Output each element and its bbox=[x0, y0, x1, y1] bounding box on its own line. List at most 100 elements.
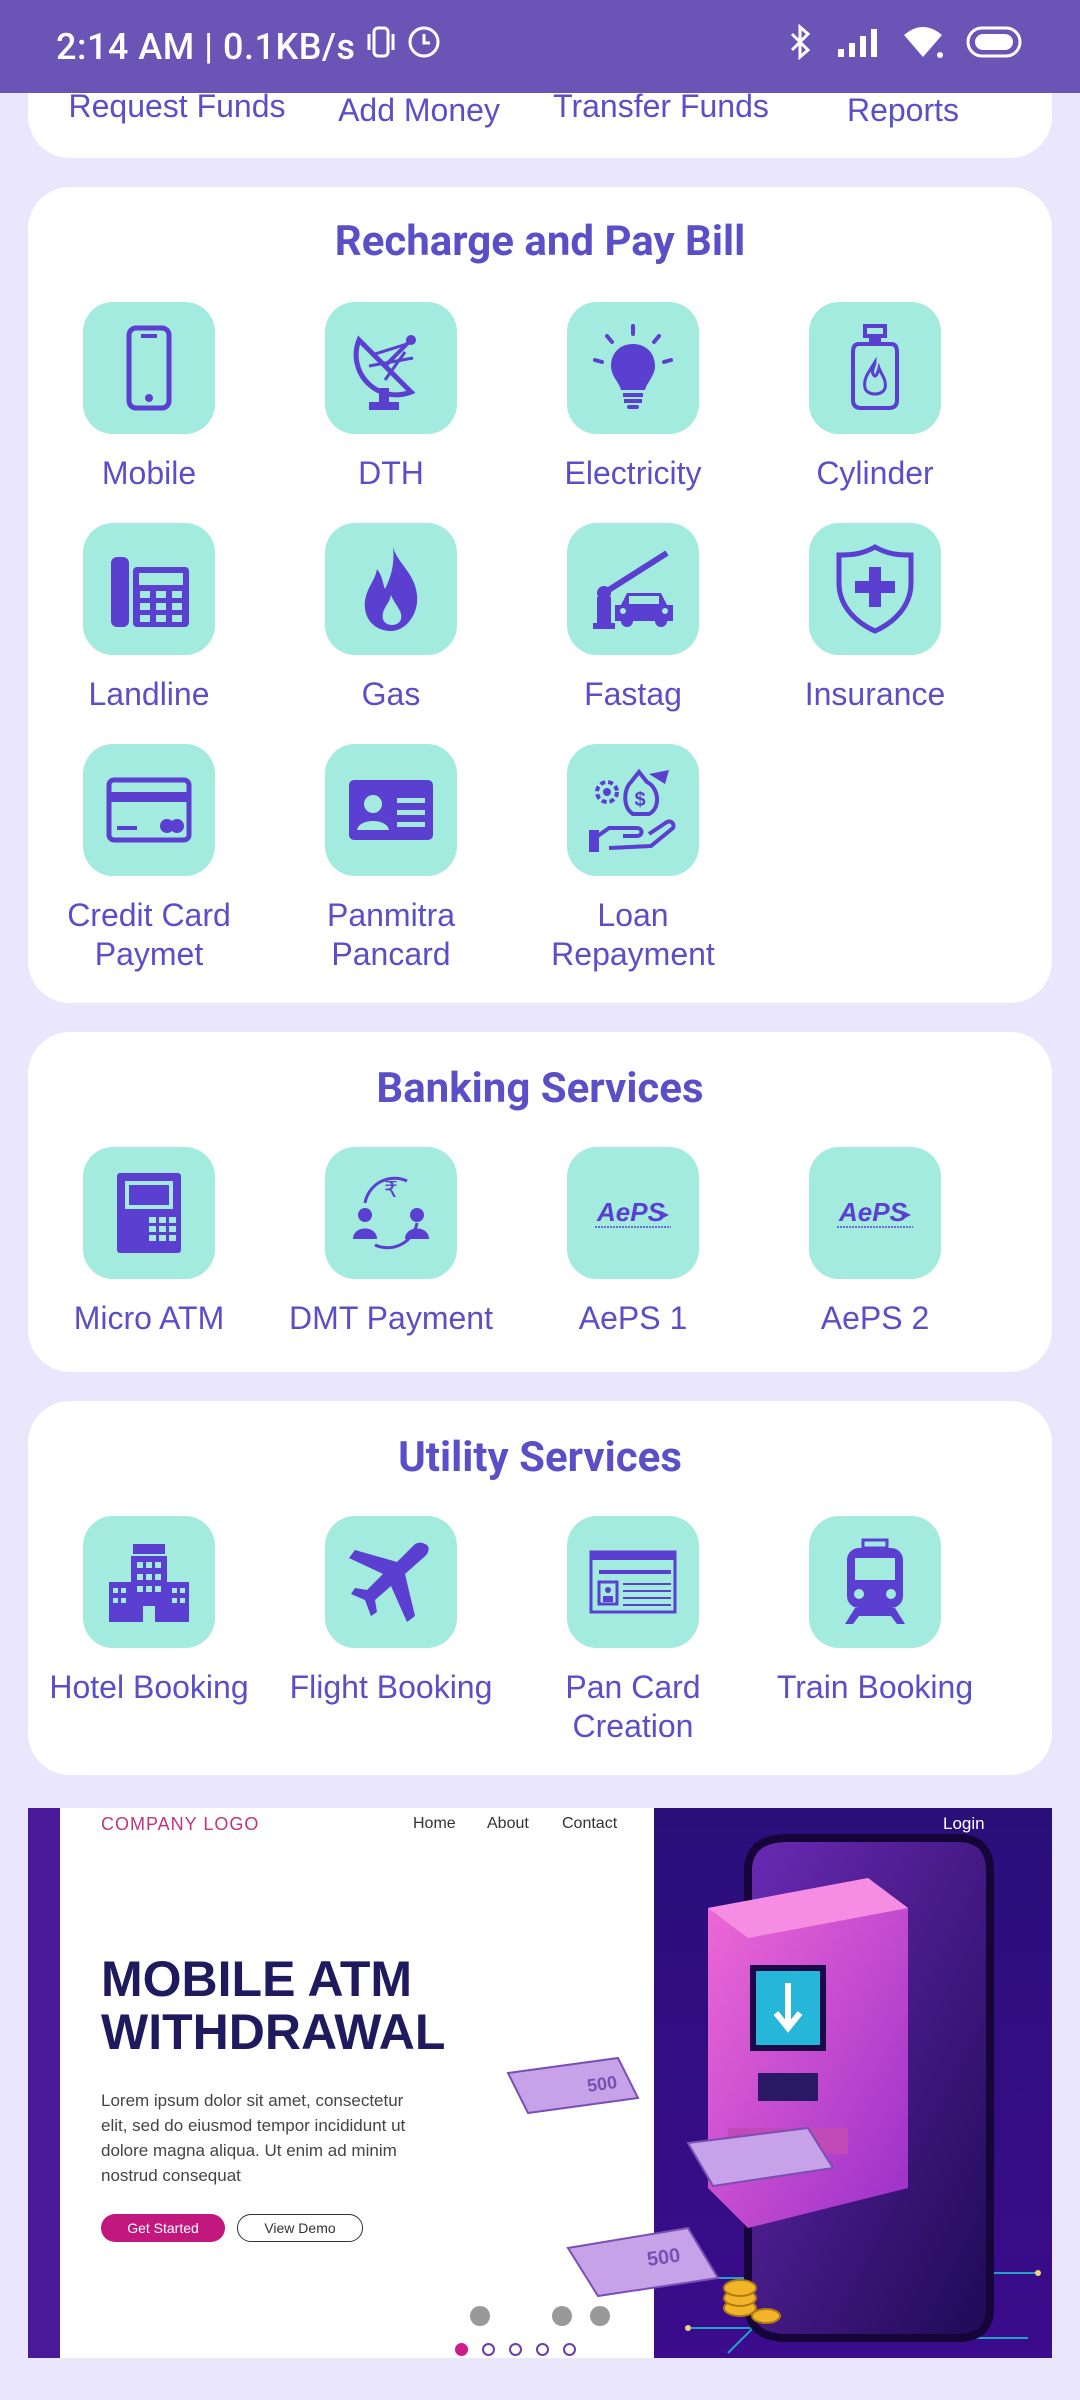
landline-service[interactable]: Landline bbox=[28, 523, 270, 714]
pan-card-creation-label: Pan Card Creation bbox=[565, 1669, 701, 1744]
landline-label: Landline bbox=[88, 676, 210, 712]
aeps2-label: AePS 2 bbox=[820, 1300, 930, 1336]
fastag-label: Fastag bbox=[584, 676, 682, 712]
banner-pagination bbox=[455, 2343, 576, 2356]
bluetooth-icon bbox=[788, 23, 814, 69]
landline-phone-icon bbox=[111, 557, 189, 627]
view-demo-button[interactable]: View Demo bbox=[237, 2214, 363, 2242]
gas-service[interactable]: Gas bbox=[270, 523, 512, 714]
aeps1-label: AePS 1 bbox=[578, 1300, 688, 1336]
credit-card-service[interactable]: Credit Card Paymet bbox=[28, 744, 270, 974]
svg-text:AePS: AePS bbox=[838, 1197, 908, 1227]
shield-plus-icon bbox=[836, 544, 914, 634]
pagination-dot-3[interactable] bbox=[509, 2343, 522, 2356]
recharge-title: Recharge and Pay Bill bbox=[334, 217, 746, 266]
pagination-dot-1[interactable] bbox=[455, 2343, 468, 2356]
pan-card-icon bbox=[589, 1550, 677, 1614]
electricity-service[interactable]: Electricity bbox=[512, 302, 754, 493]
hotel-booking-service[interactable]: Hotel Booking bbox=[28, 1516, 270, 1707]
banner-logo: COMPANY LOGO bbox=[101, 1814, 260, 1834]
banner-headline-1: MOBILE ATM bbox=[101, 1951, 413, 2007]
mobile-label: Mobile bbox=[101, 455, 197, 491]
loan-service[interactable]: $ Loan Repayment bbox=[512, 744, 754, 974]
banner-body-4: nostrud consequat bbox=[101, 2166, 241, 2185]
banner-nav-about[interactable]: About bbox=[487, 1815, 529, 1833]
train-booking-label: Train Booking bbox=[776, 1669, 974, 1705]
fastag-service[interactable]: Fastag bbox=[512, 523, 754, 714]
cylinder-icon bbox=[851, 324, 899, 410]
credit-card-icon bbox=[106, 777, 192, 843]
micro-atm-label: Micro ATM bbox=[73, 1300, 225, 1336]
aeps-logo-icon: AePS bbox=[595, 1197, 671, 1228]
panmitra-service[interactable]: Panmitra Pancard bbox=[270, 744, 512, 974]
pagination-dot-4[interactable] bbox=[536, 2343, 549, 2356]
dmt-payment-label: DMT Payment bbox=[289, 1300, 493, 1336]
pan-card-creation-service[interactable]: Pan Card Creation bbox=[512, 1516, 754, 1746]
svg-text:500: 500 bbox=[646, 2245, 682, 2271]
signal-icon bbox=[836, 26, 880, 68]
cylinder-label: Cylinder bbox=[816, 455, 934, 491]
loan-label: Loan Repayment bbox=[551, 897, 715, 972]
airplane-icon bbox=[349, 1542, 429, 1622]
aeps-logo-icon: AePS bbox=[837, 1197, 913, 1228]
transfer-funds-link[interactable]: Transfer Funds bbox=[540, 88, 782, 125]
dth-service[interactable]: DTH bbox=[270, 302, 512, 493]
money-transfer-icon: ₹ bbox=[353, 1176, 429, 1250]
dth-label: DTH bbox=[358, 455, 424, 491]
satellite-dish-icon bbox=[353, 335, 416, 410]
get-started-button[interactable]: Get Started bbox=[101, 2214, 225, 2242]
toll-car-icon bbox=[593, 550, 673, 629]
banner-body-3: dolore magna aliqua. Ut enim ad minim bbox=[101, 2141, 397, 2160]
flight-booking-service[interactable]: Flight Booking bbox=[270, 1516, 512, 1707]
banner-body-2: elit, sed do eiusmod tempor incididunt u… bbox=[101, 2116, 406, 2135]
status-time-speed: 2:14 AM | 0.1KB/s bbox=[56, 25, 356, 68]
svg-text:AePS: AePS bbox=[596, 1197, 666, 1227]
pagination-dot-5[interactable] bbox=[563, 2343, 576, 2356]
banner-headline-2: WITHDRAWAL bbox=[101, 2004, 446, 2060]
micro-atm-service[interactable]: Micro ATM bbox=[28, 1147, 270, 1338]
svg-text:$: $ bbox=[634, 789, 645, 811]
request-funds-link[interactable]: Request Funds bbox=[56, 88, 298, 125]
mobile-atm-illustration: 500 500 bbox=[28, 1808, 1052, 2358]
banner-login[interactable]: Login bbox=[943, 1814, 985, 1834]
clock-icon bbox=[406, 24, 442, 69]
loan-hand-icon: $ bbox=[589, 768, 676, 852]
panmitra-label: Panmitra Pancard bbox=[326, 897, 456, 972]
insurance-service[interactable]: Insurance bbox=[754, 523, 996, 714]
recharge-card: Recharge and Pay Bill Mobile DTH Electri… bbox=[28, 187, 1052, 1003]
credit-card-label: Credit Card Paymet bbox=[67, 897, 231, 972]
wifi-icon bbox=[902, 25, 944, 68]
cylinder-service[interactable]: Cylinder bbox=[754, 302, 996, 493]
add-money-link[interactable]: Add Money bbox=[298, 92, 540, 129]
electricity-label: Electricity bbox=[564, 455, 702, 491]
banner-body-1: Lorem ipsum dolor sit amet, consectetur bbox=[101, 2091, 404, 2110]
atm-icon bbox=[117, 1173, 181, 1253]
banking-title: Banking Services bbox=[376, 1064, 704, 1113]
svg-text:500: 500 bbox=[586, 2072, 619, 2096]
banner-nav-contact[interactable]: Contact bbox=[562, 1815, 617, 1833]
reports-link[interactable]: Reports bbox=[782, 92, 1024, 129]
bulb-icon bbox=[593, 324, 673, 409]
flame-icon bbox=[364, 547, 418, 631]
promo-banner[interactable]: 500 500 COMPANY LOGO Home About Contact … bbox=[28, 1808, 1052, 2358]
utility-card: Utility Services Hotel Booking Flight Bo… bbox=[28, 1401, 1052, 1775]
banking-card: Banking Services Micro ATM ₹ DMT Payment… bbox=[28, 1032, 1052, 1372]
gas-label: Gas bbox=[361, 676, 421, 712]
mobile-icon bbox=[126, 325, 172, 411]
pagination-dot-2[interactable] bbox=[482, 2343, 495, 2356]
hotel-booking-label: Hotel Booking bbox=[49, 1669, 249, 1705]
mobile-service[interactable]: Mobile bbox=[28, 302, 270, 493]
hotel-icon bbox=[109, 1544, 189, 1622]
battery-icon bbox=[966, 25, 1024, 68]
train-booking-service[interactable]: Train Booking bbox=[754, 1516, 996, 1707]
vibrate-icon bbox=[366, 24, 396, 69]
id-card-icon bbox=[349, 780, 433, 840]
train-icon bbox=[845, 1538, 905, 1624]
aeps2-service[interactable]: AePS AePS 2 bbox=[754, 1147, 996, 1338]
aeps1-service[interactable]: AePS AePS 1 bbox=[512, 1147, 754, 1338]
dmt-payment-service[interactable]: ₹ DMT Payment bbox=[270, 1147, 512, 1338]
status-bar: 2:14 AM | 0.1KB/s bbox=[0, 0, 1080, 93]
banner-nav-home[interactable]: Home bbox=[413, 1815, 456, 1833]
utility-title: Utility Services bbox=[398, 1433, 682, 1482]
flight-booking-label: Flight Booking bbox=[289, 1669, 493, 1705]
